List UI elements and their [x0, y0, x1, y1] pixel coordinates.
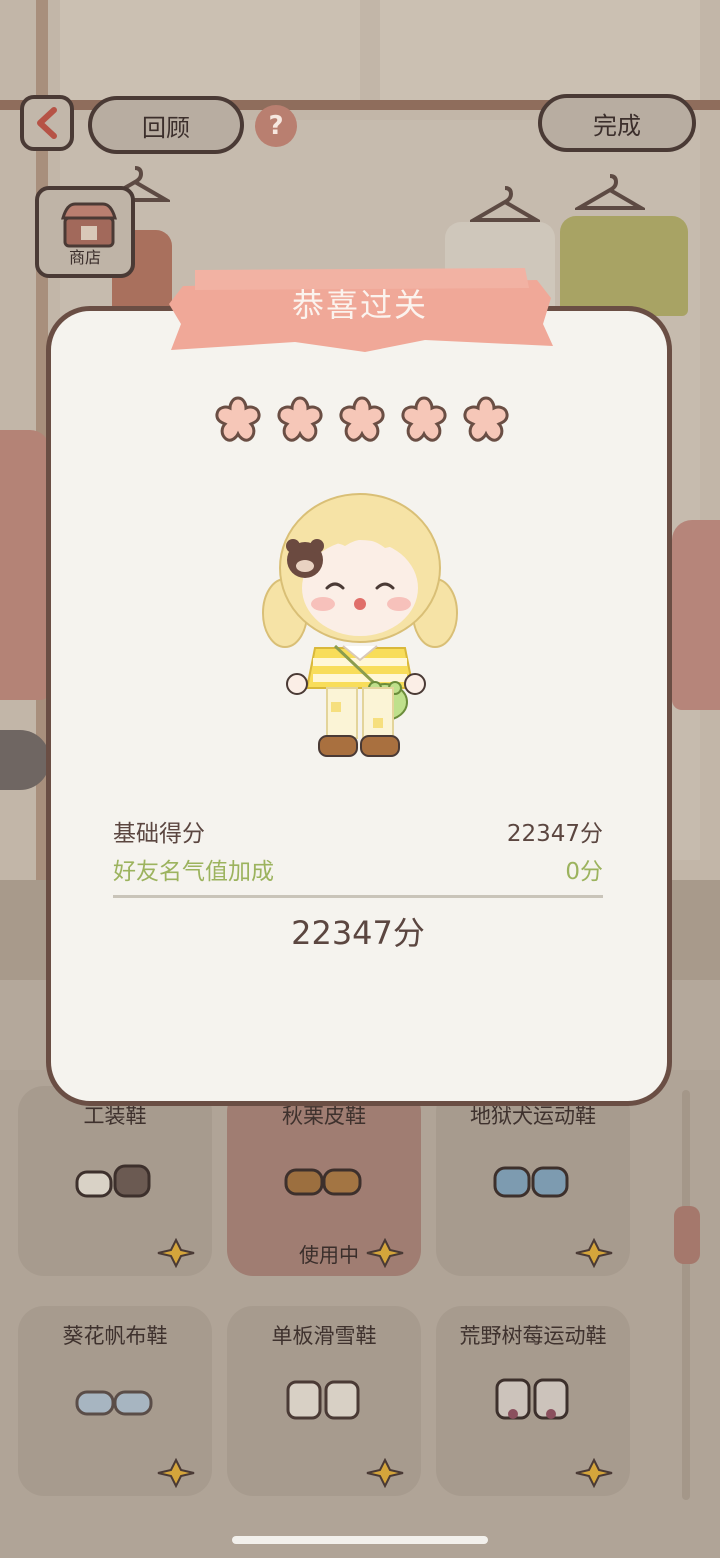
sparkle-icon: [575, 1458, 613, 1488]
item-name: 单板滑雪鞋: [271, 1324, 377, 1348]
base-score-value: 22347分: [506, 821, 603, 847]
star-icon: [401, 396, 447, 442]
review-button[interactable]: 回顾: [88, 96, 244, 154]
score-divider: [113, 895, 603, 898]
sparkle-icon: [575, 1238, 613, 1268]
window-pane: [60, 0, 360, 100]
rating-stars: [213, 394, 513, 450]
shoe-icon: [75, 1164, 151, 1198]
star-icon: [339, 396, 385, 442]
star-icon: [215, 396, 261, 442]
home-indicator[interactable]: [232, 1536, 488, 1544]
star-icon: [463, 396, 509, 442]
item-card-selected[interactable]: 秋栗皮鞋 使用中: [227, 1086, 421, 1276]
base-score-row: 基础得分 22347分: [113, 814, 603, 848]
item-card[interactable]: 葵花帆布鞋: [18, 1306, 212, 1496]
hanging-dress: [672, 520, 720, 710]
shoe-icon: [286, 1380, 360, 1420]
character-avatar: [262, 493, 458, 757]
star-icon: [277, 396, 323, 442]
bonus-score-label: 好友名气值加成: [113, 859, 274, 885]
base-score-label: 基础得分: [113, 821, 205, 847]
item-card[interactable]: 荒野树莓运动鞋: [436, 1306, 630, 1496]
sparkle-icon: [366, 1238, 404, 1268]
scrollbar-thumb[interactable]: [674, 1206, 700, 1264]
chevron-left-icon: [37, 107, 57, 139]
scrollbar-track[interactable]: [682, 1090, 690, 1500]
hanger-icon: [575, 174, 645, 210]
item-name: 荒野树莓运动鞋: [459, 1324, 607, 1348]
shoe-icon: [75, 1390, 153, 1416]
sparkle-icon: [157, 1238, 195, 1268]
item-card[interactable]: 工装鞋: [18, 1086, 212, 1276]
back-button[interactable]: [20, 95, 74, 151]
shop-button[interactable]: 商店: [35, 186, 135, 278]
window-pane: [380, 0, 700, 100]
item-name: 葵花帆布鞋: [62, 1324, 168, 1348]
bonus-score-row: 好友名气值加成 0分: [113, 852, 603, 886]
bonus-score-value: 0分: [565, 859, 603, 885]
dialog-title: 恭喜过关: [291, 286, 428, 324]
help-button[interactable]: ?: [255, 105, 297, 147]
sparkle-icon: [366, 1458, 404, 1488]
in-use-label: 使用中: [299, 1242, 359, 1267]
total-score: 22347分: [291, 914, 425, 952]
item-card[interactable]: 单板滑雪鞋: [227, 1306, 421, 1496]
shop-stall-icon: [61, 202, 117, 248]
item-card[interactable]: 地狱犬运动鞋: [436, 1086, 630, 1276]
shoe-icon: [493, 1166, 569, 1198]
sparkle-icon: [157, 1458, 195, 1488]
hanging-dress: [0, 430, 50, 700]
shoe-icon: [284, 1168, 362, 1196]
hanging-top: [560, 216, 688, 316]
shoe-icon: [495, 1378, 569, 1420]
done-button[interactable]: 完成: [538, 94, 696, 152]
